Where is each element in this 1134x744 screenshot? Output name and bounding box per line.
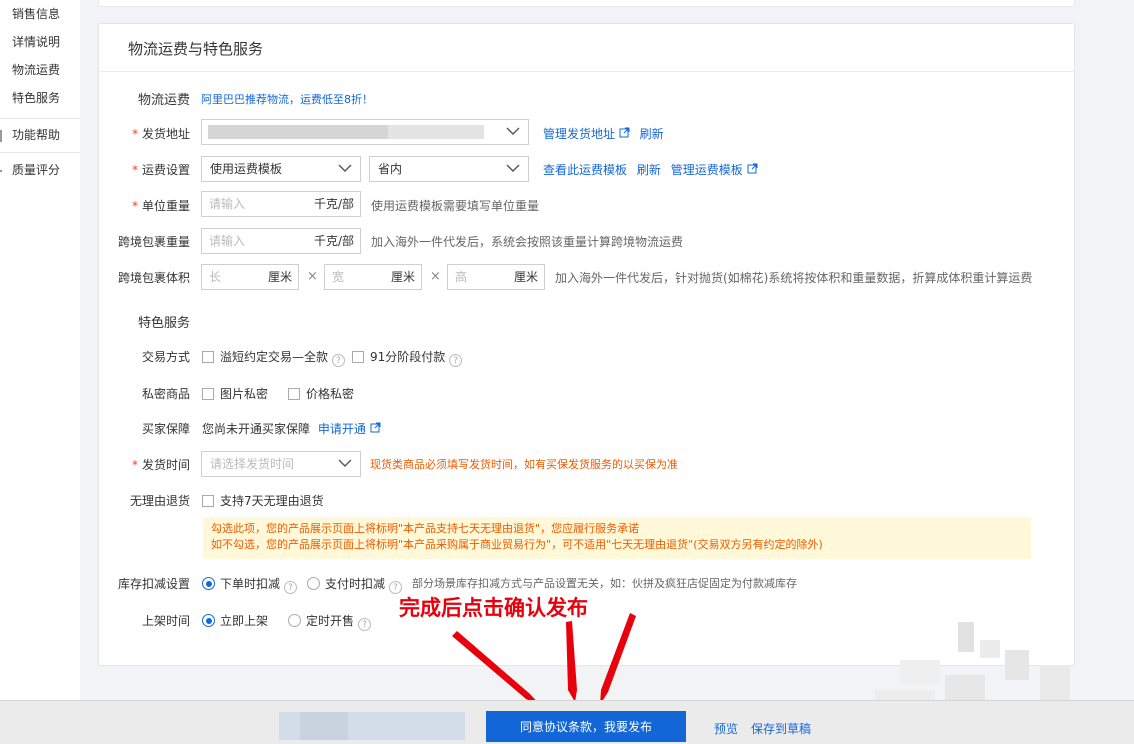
blurred-region bbox=[300, 712, 348, 740]
annotation-arrows-icon bbox=[452, 613, 636, 706]
save-draft-link[interactable]: 保存到草稿 bbox=[751, 720, 811, 737]
preview-link[interactable]: 预览 bbox=[714, 720, 738, 737]
footer-bar: 同意协议条款，我要发布 预览 保存到草稿 bbox=[0, 700, 1134, 744]
agree-and-publish-button[interactable]: 同意协议条款，我要发布 bbox=[486, 711, 686, 742]
